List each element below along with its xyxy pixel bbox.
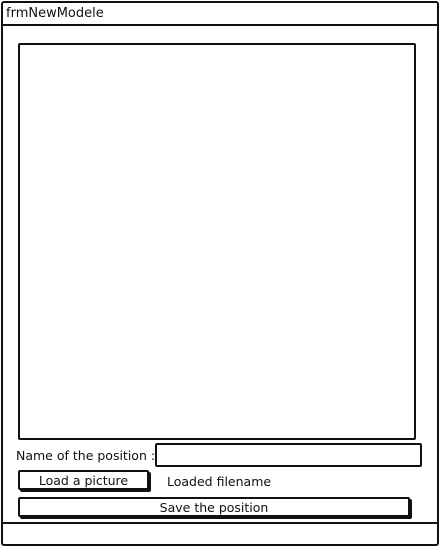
- form-window: frmNewModele Name of the position : Load…: [1, 1, 439, 546]
- position-name-input[interactable]: [155, 443, 422, 467]
- window-title: frmNewModele: [6, 6, 104, 21]
- load-picture-button[interactable]: Load a picture: [18, 470, 149, 490]
- save-position-button[interactable]: Save the position: [18, 497, 410, 517]
- position-name-label: Name of the position :: [16, 448, 156, 463]
- picture-preview-area: [18, 43, 416, 440]
- status-bar: [3, 522, 437, 546]
- title-bar: frmNewModele: [3, 3, 437, 26]
- loaded-filename-label: Loaded filename: [167, 474, 272, 489]
